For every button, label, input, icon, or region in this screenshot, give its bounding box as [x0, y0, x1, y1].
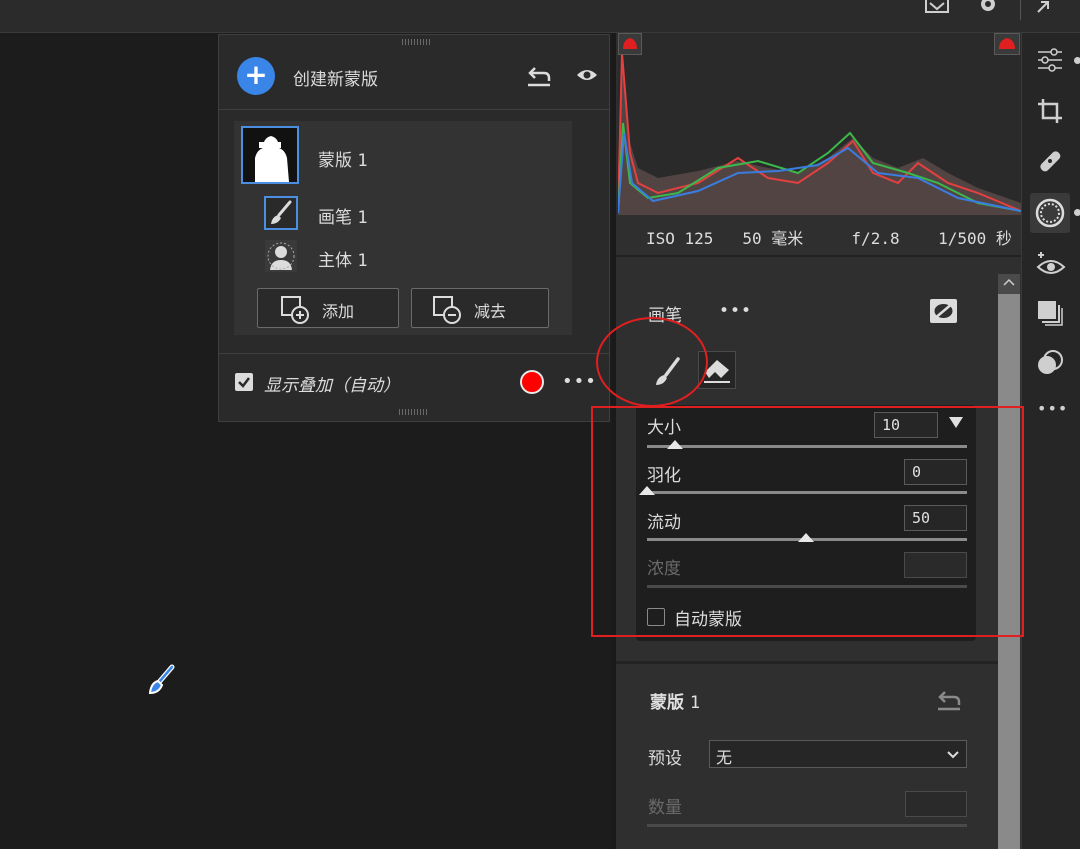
mask-list: 蒙版 1 画笔 1 主体 1 添加 减去: [234, 121, 572, 335]
brush-cursor-icon: [148, 664, 175, 695]
expand-arrow-icon[interactable]: [1036, 0, 1052, 14]
annotation-rectangle: [591, 406, 1024, 637]
preset-value: 无: [716, 748, 733, 767]
panel-drag-handle-top[interactable]: [402, 39, 432, 45]
overlay-more-button[interactable]: •••: [562, 371, 597, 392]
create-mask-label[interactable]: 创建新蒙版: [293, 65, 378, 90]
amount-slider-track: [647, 824, 967, 827]
edit-sliders-icon[interactable]: [1036, 47, 1064, 73]
chevron-down-icon: [947, 751, 959, 759]
overlay-label: 显示叠加（自动）: [264, 376, 400, 396]
mask-item-label[interactable]: 蒙版 1: [318, 146, 368, 171]
subject-icon[interactable]: [265, 240, 297, 272]
add-button-label: 添加: [322, 302, 355, 321]
presets-stack-icon[interactable]: [1036, 299, 1064, 327]
amount-input: [905, 791, 967, 817]
healing-icon[interactable]: [1036, 147, 1064, 175]
overlay-checkbox[interactable]: [235, 373, 253, 391]
blend-icon[interactable]: [1036, 349, 1064, 377]
annotation-circle: [596, 317, 708, 407]
create-mask-button[interactable]: +: [237, 57, 275, 95]
hide-mask-icon: [933, 302, 954, 320]
checkmark-icon: [238, 377, 250, 388]
subtract-mask-icon: [433, 296, 461, 324]
brush-component-icon[interactable]: [264, 196, 298, 230]
inbox-icon[interactable]: [924, 0, 950, 16]
tool-strip: •••: [1021, 33, 1080, 849]
red-eye-icon[interactable]: [1034, 249, 1066, 277]
top-bar: [0, 0, 1080, 33]
subtract-button-label: 减去: [474, 302, 507, 321]
component-item-subject[interactable]: 主体 1: [318, 246, 368, 271]
preset-label: 预设: [648, 749, 682, 769]
shadow-clipping-toggle[interactable]: [618, 33, 642, 55]
brush-more-button[interactable]: •••: [719, 301, 752, 321]
mask-settings-title: 蒙版 1: [650, 693, 701, 713]
component-item-brush[interactable]: 画笔 1: [318, 203, 368, 228]
amount-label: 数量: [648, 798, 682, 818]
visibility-eye-icon[interactable]: [576, 67, 598, 83]
subtract-button[interactable]: 减去: [411, 288, 549, 328]
reset-undo-icon[interactable]: [526, 65, 552, 87]
histogram-graph: [617, 52, 1022, 215]
mask-reset-icon[interactable]: [936, 689, 962, 711]
crop-icon[interactable]: [1036, 97, 1064, 125]
masking-tool-button[interactable]: [1030, 193, 1070, 233]
highlight-clipping-toggle[interactable]: [994, 33, 1020, 55]
mask-thumbnail[interactable]: [241, 126, 299, 184]
mask-visibility-toggle[interactable]: [930, 299, 957, 323]
mask-silhouette-icon: [255, 136, 289, 182]
histogram: [617, 33, 1022, 215]
gear-icon[interactable]: [975, 0, 1001, 16]
clipping-warning-icon: [623, 38, 637, 49]
add-button[interactable]: 添加: [257, 288, 399, 328]
exif-aperture: f/2.8: [851, 229, 900, 248]
overlay-color-swatch[interactable]: [520, 370, 544, 394]
masking-icon: [1035, 198, 1065, 228]
exif-iso: ISO 125: [646, 229, 714, 248]
panel-drag-handle-bottom[interactable]: [399, 409, 429, 415]
add-mask-icon: [281, 296, 309, 324]
masks-panel: + 创建新蒙版 蒙版 1 画笔 1 主体 1 添加 减去 显示叠加（自动） ••…: [218, 34, 610, 422]
clipping-warning-icon: [999, 38, 1015, 49]
exif-focal: 50 毫米: [742, 229, 804, 248]
exif-shutter: 1/500 秒: [938, 229, 1012, 248]
scroll-up-icon[interactable]: [1003, 278, 1015, 286]
more-tools-button[interactable]: •••: [1037, 399, 1068, 418]
exif-info: ISO 125 50 毫米 f/2.8 1/500 秒: [646, 225, 1026, 249]
preset-select[interactable]: 无: [709, 740, 967, 768]
